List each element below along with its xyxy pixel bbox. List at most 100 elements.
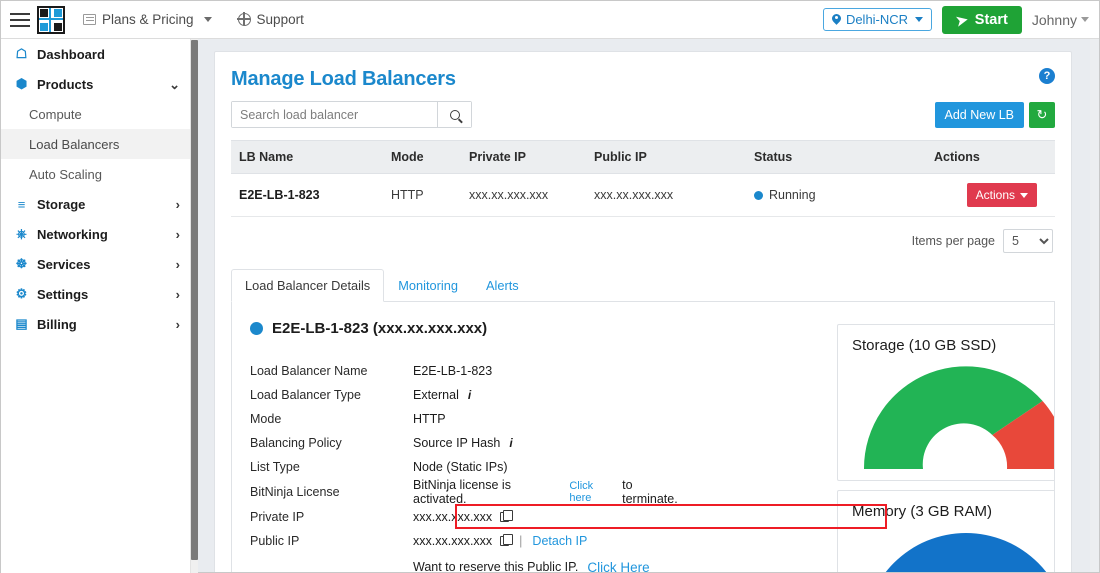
cell-private-ip: xxx.xx.xxx.xxx	[469, 173, 594, 217]
cell-status: Running	[754, 173, 934, 217]
reserve-ip-text: Want to reserve this Public IP.	[413, 560, 579, 572]
sidebar-item-auto-scaling[interactable]: Auto Scaling	[1, 159, 190, 189]
status-dot-icon	[754, 191, 763, 200]
info-icon[interactable]: i	[509, 436, 512, 450]
cell-lb-name: E2E-LB-1-823	[231, 173, 391, 217]
sidebar-item-services-label: Services	[37, 256, 91, 272]
tab-monitoring[interactable]: Monitoring	[384, 269, 472, 302]
field-label: BitNinja License	[250, 485, 340, 499]
page-title: Manage Load Balancers	[231, 68, 456, 90]
field-value: Node (Static IPs)	[413, 460, 508, 474]
sidebar-item-load-balancers-label: Load Balancers	[29, 136, 120, 152]
private-ip-value: xxx.xx.xxx.xxx	[413, 510, 493, 524]
copy-icon[interactable]	[500, 534, 514, 546]
main-scrollbar-track[interactable]	[1090, 39, 1099, 572]
user-menu[interactable]: Johnny	[1032, 12, 1089, 28]
column-header-mode: Mode	[391, 140, 469, 174]
detail-tabs: Load Balancer Details Monitoring Alerts	[231, 269, 1055, 302]
sidebar-nav: ☖ Dashboard ⬢ Products ⌄ Compute Load Ba…	[1, 39, 191, 573]
field-value: External	[413, 388, 459, 402]
sidebar-item-storage-label: Storage	[37, 196, 86, 212]
database-icon: ≡	[17, 196, 26, 212]
chevron-right-icon: ›	[175, 196, 180, 212]
memory-chart-card: Memory (3 GB RAM)	[837, 490, 1054, 572]
copy-icon[interactable]	[500, 510, 514, 522]
sidebar-item-networking[interactable]: ⎈ Networking ›	[1, 219, 190, 249]
network-icon: ⎈	[16, 226, 27, 241]
sidebar-item-billing[interactable]: ▤ Billing ›	[1, 309, 190, 339]
load-balancer-details-body: E2E-LB-1-823 (xxx.xx.xxx.xxx) Load Balan…	[231, 302, 1055, 572]
field-load-balancer-name: Load Balancer Name E2E-LB-1-823	[250, 359, 690, 383]
sidebar-item-settings-label: Settings	[37, 286, 89, 302]
field-label: Balancing Policy	[250, 436, 342, 450]
load-balancers-table: LB Name Mode Private IP Public IP Status…	[231, 140, 1055, 217]
user-name-label: Johnny	[1031, 11, 1077, 28]
tab-alerts[interactable]: Alerts	[472, 269, 533, 302]
column-header-actions: Actions	[934, 140, 1055, 174]
chevron-down-icon	[203, 17, 212, 22]
start-button-label: Start	[974, 11, 1008, 28]
chevron-right-icon: ›	[175, 226, 180, 242]
sidebar-item-products[interactable]: ⬢ Products ⌄	[1, 69, 190, 99]
detach-ip-link[interactable]: Detach IP	[532, 534, 587, 548]
chevron-right-icon: ›	[175, 286, 180, 302]
chevron-down-icon: ⌄	[169, 76, 180, 92]
field-label: Public IP	[250, 534, 300, 548]
column-header-public-ip: Public IP	[594, 140, 754, 174]
field-balancing-policy: Balancing Policy Source IP Hash i	[250, 431, 690, 455]
sidebar-item-dashboard-label: Dashboard	[37, 46, 105, 62]
start-button[interactable]: ➤ Start	[942, 5, 1022, 34]
reserve-ip-link[interactable]: Click Here	[587, 560, 649, 573]
field-bitninja-license: BitNinja License BitNinja license is act…	[250, 478, 690, 506]
field-reserve-public-ip: Want to reserve this Public IP. Click He…	[250, 553, 690, 573]
search-input[interactable]	[232, 102, 437, 127]
add-new-lb-button[interactable]: Add New LB	[934, 101, 1024, 128]
sidebar-item-services[interactable]: ☸ Services ›	[1, 249, 190, 279]
search-row: Add New LB ↻	[215, 91, 1071, 136]
memory-chart-title: Memory (3 GB RAM)	[852, 503, 993, 520]
field-label: Private IP	[250, 510, 305, 524]
items-per-page-select[interactable]: 5	[1003, 229, 1053, 253]
brand-logo[interactable]	[37, 5, 65, 34]
nav-support[interactable]: Support	[236, 12, 304, 27]
sidebar-scrollbar-thumb[interactable]	[191, 40, 198, 560]
sidebar-item-settings[interactable]: ⚙ Settings ›	[1, 279, 190, 309]
public-ip-value: xxx.xx.xxx.xxx	[413, 534, 493, 548]
row-actions-button[interactable]: Actions	[966, 183, 1037, 207]
home-icon: ☖	[15, 46, 28, 61]
table-row[interactable]: E2E-LB-1-823 HTTP xxx.xx.xxx.xxx xxx.xx.…	[231, 173, 1055, 217]
items-per-page-label: Items per page	[911, 234, 995, 248]
sidebar-item-dashboard[interactable]: ☖ Dashboard	[1, 39, 190, 69]
sidebar-item-storage[interactable]: ≡ Storage ›	[1, 189, 190, 219]
info-icon[interactable]: i	[468, 388, 471, 402]
field-value: E2E-LB-1-823	[413, 364, 493, 378]
nav-support-label: Support	[256, 12, 304, 27]
nav-plans-and-pricing[interactable]: Plans & Pricing	[83, 12, 212, 27]
refresh-button[interactable]: ↻	[1029, 101, 1055, 128]
search-icon	[449, 109, 460, 120]
cell-mode: HTTP	[391, 173, 469, 217]
field-label: Load Balancer Name	[250, 364, 368, 378]
header-right-group: Delhi-NCR ➤ Start Johnny	[822, 5, 1099, 34]
detail-heading-label: E2E-LB-1-823 (xxx.xx.xxx.xxx)	[272, 320, 488, 337]
chevron-down-icon	[1020, 192, 1028, 198]
status-dot-icon	[250, 322, 263, 335]
chevron-right-icon: ›	[175, 256, 180, 272]
field-label: Load Balancer Type	[250, 388, 361, 402]
search-actions: Add New LB ↻	[934, 101, 1055, 128]
field-label: Mode	[250, 412, 282, 426]
services-icon: ☸	[15, 256, 28, 271]
hamburger-menu-icon[interactable]	[7, 10, 33, 30]
bitninja-terminate-link[interactable]: Click here	[569, 480, 617, 504]
region-selector[interactable]: Delhi-NCR	[822, 8, 933, 31]
storage-chart-title: Storage (10 GB SSD)	[852, 337, 997, 354]
sidebar-item-compute[interactable]: Compute	[1, 99, 190, 129]
tab-load-balancer-details[interactable]: Load Balancer Details	[231, 269, 385, 302]
document-icon	[83, 14, 96, 25]
billing-card-icon: ▤	[15, 316, 28, 331]
help-icon[interactable]: ?	[1039, 68, 1055, 84]
items-per-page-control: Items per page 5	[215, 217, 1071, 261]
search-button[interactable]	[437, 102, 471, 127]
sidebar-item-load-balancers[interactable]: Load Balancers	[1, 129, 190, 159]
detail-field-list: Load Balancer Name E2E-LB-1-823 Load Bal…	[250, 359, 690, 572]
